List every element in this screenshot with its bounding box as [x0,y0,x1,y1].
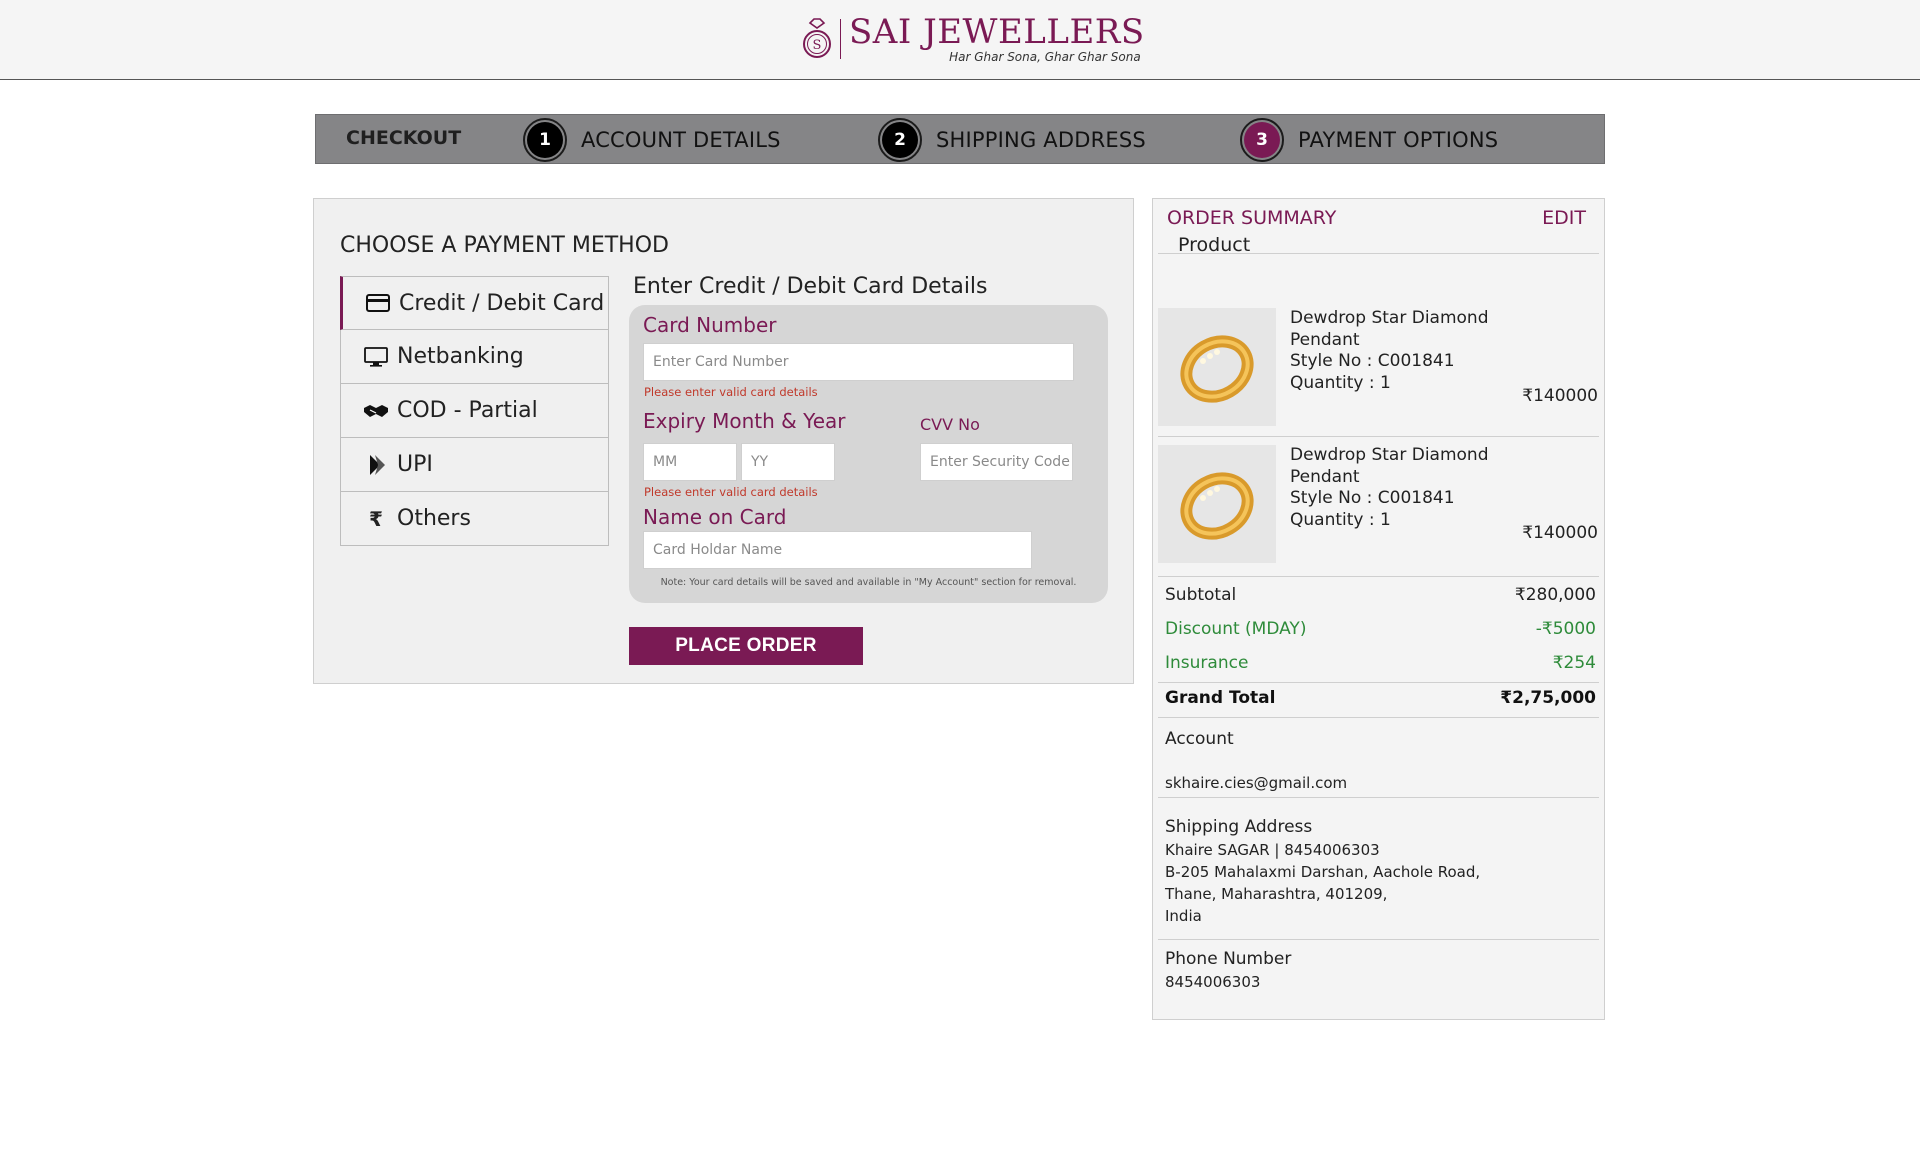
checkout-steps-bar: CHECKOUT 1 ACCOUNT DETAILS 2 SHIPPING AD… [315,114,1605,164]
step-number-badge: 1 [523,118,567,162]
card-number-label: Card Number [643,313,777,337]
phone-number-label: Phone Number [1165,949,1292,969]
order-summary-title: ORDER SUMMARY [1167,207,1337,229]
grand-total-label: Grand Total [1165,688,1276,708]
payment-method-title: CHOOSE A PAYMENT METHOD [340,233,669,258]
divider [1158,253,1599,254]
checkout-label: CHECKOUT [346,127,462,149]
divider [1158,576,1599,577]
subtotal-value: ₹280,000 [1514,585,1596,605]
rupee-icon: ₹ [369,506,383,531]
product-name: Dewdrop Star Diamond Pendant [1290,308,1489,350]
cvv-label: CVV No [920,415,980,434]
step-number-badge: 3 [1240,118,1284,162]
discount-row: Discount (MDAY) -₹5000 [1165,619,1596,639]
method-label: Others [397,506,471,531]
shipping-address-label: Shipping Address [1165,817,1313,837]
method-credit-debit-card[interactable]: Credit / Debit Card [340,276,609,330]
gold-ring-icon [1180,472,1254,540]
order-summary-panel: ORDER SUMMARY EDIT Product Dewdrop Star … [1152,198,1605,1020]
divider [1158,939,1599,940]
card-number-error: Please enter valid card details [644,385,818,399]
svg-text:S: S [813,38,822,53]
step-label: PAYMENT OPTIONS [1298,128,1499,152]
step-label: ACCOUNT DETAILS [581,128,781,152]
card-details-form: Card Number Please enter valid card deta… [629,305,1108,603]
shipping-address-line: B-205 Mahalaxmi Darshan, Aachole Road, [1165,863,1481,881]
divider [1158,717,1599,718]
product-price: ₹140000 [1522,386,1598,406]
grand-total-row: Grand Total ₹2,75,000 [1165,688,1596,708]
step-shipping-address[interactable]: 2 SHIPPING ADDRESS [878,118,1146,162]
product-image[interactable] [1158,445,1276,563]
expiry-month-input[interactable] [643,443,737,481]
method-label: COD - Partial [397,398,538,423]
subtotal-row: Subtotal ₹280,000 [1165,585,1596,605]
card-number-input[interactable] [643,343,1074,381]
card-save-note: Note: Your card details will be saved an… [660,577,1077,588]
divider [1158,797,1599,798]
credit-card-icon [365,292,391,314]
insurance-label: Insurance [1165,653,1249,673]
expiry-label: Expiry Month & Year [643,409,846,433]
payment-panel: CHOOSE A PAYMENT METHOD Credit / Debit C… [313,198,1134,684]
brand-logo[interactable]: S SAI JEWELLERS Har Ghar Sona, Ghar Ghar… [800,14,1145,64]
phone-number-value: 8454006303 [1165,973,1261,991]
payment-method-list: Credit / Debit Card Netbanking COD - Par… [340,276,609,546]
cvv-input[interactable] [920,443,1073,481]
name-on-card-label: Name on Card [643,505,787,529]
step-payment-options[interactable]: 3 PAYMENT OPTIONS [1240,118,1498,162]
brand-tagline: Har Ghar Sona, Ghar Ghar Sona [949,50,1141,64]
product-item: Dewdrop Star Diamond Pendant Style No : … [1158,298,1598,426]
card-holder-name-input[interactable] [643,531,1032,569]
logo-divider [840,19,841,59]
product-item: Dewdrop Star Diamond Pendant Style No : … [1158,435,1598,563]
gold-ring-icon [1180,335,1254,403]
insurance-value: ₹254 [1552,653,1596,673]
expiry-error: Please enter valid card details [644,485,818,499]
product-style: Style No : C001841 [1290,488,1455,508]
step-account-details[interactable]: 1 ACCOUNT DETAILS [523,118,781,162]
shipping-address-line: Khaire SAGAR | 8454006303 [1165,841,1380,859]
account-email: skhaire.cies@gmail.com [1165,774,1348,792]
method-label: Netbanking [397,344,524,369]
method-label: Credit / Debit Card [399,290,605,316]
account-label: Account [1165,729,1234,749]
shipping-address-line: India [1165,907,1202,925]
method-netbanking[interactable]: Netbanking [340,330,609,384]
product-style: Style No : C001841 [1290,351,1455,371]
step-number-badge: 2 [878,118,922,162]
product-quantity: Quantity : 1 [1290,509,1391,530]
method-others[interactable]: ₹ Others [340,492,609,546]
insurance-row: Insurance ₹254 [1165,653,1596,673]
subtotal-label: Subtotal [1165,585,1237,605]
edit-order-link[interactable]: EDIT [1542,207,1586,229]
monitor-icon [363,346,389,368]
product-image[interactable] [1158,308,1276,426]
shipping-address-line: Thane, Maharashtra, 401209, [1165,885,1388,903]
discount-label: Discount (MDAY) [1165,619,1307,639]
expiry-year-input[interactable] [741,443,835,481]
method-upi[interactable]: UPI [340,438,609,492]
product-quantity: Quantity : 1 [1290,372,1391,393]
card-details-heading: Enter Credit / Debit Card Details [633,274,988,299]
place-order-button[interactable]: PLACE ORDER [629,627,863,665]
ring-logo-icon: S [800,17,834,61]
method-label: UPI [397,452,433,477]
upi-icon [363,454,389,476]
handshake-icon [363,400,389,422]
site-header: S SAI JEWELLERS Har Ghar Sona, Ghar Ghar… [0,0,1920,80]
product-name: Dewdrop Star Diamond Pendant [1290,445,1489,487]
product-price: ₹140000 [1522,523,1598,543]
divider [1158,682,1599,683]
method-cod-partial[interactable]: COD - Partial [340,384,609,438]
brand-name: SAI JEWELLERS [849,12,1145,52]
grand-total-value: ₹2,75,000 [1500,688,1596,708]
discount-value: -₹5000 [1535,619,1596,639]
step-label: SHIPPING ADDRESS [936,128,1146,152]
